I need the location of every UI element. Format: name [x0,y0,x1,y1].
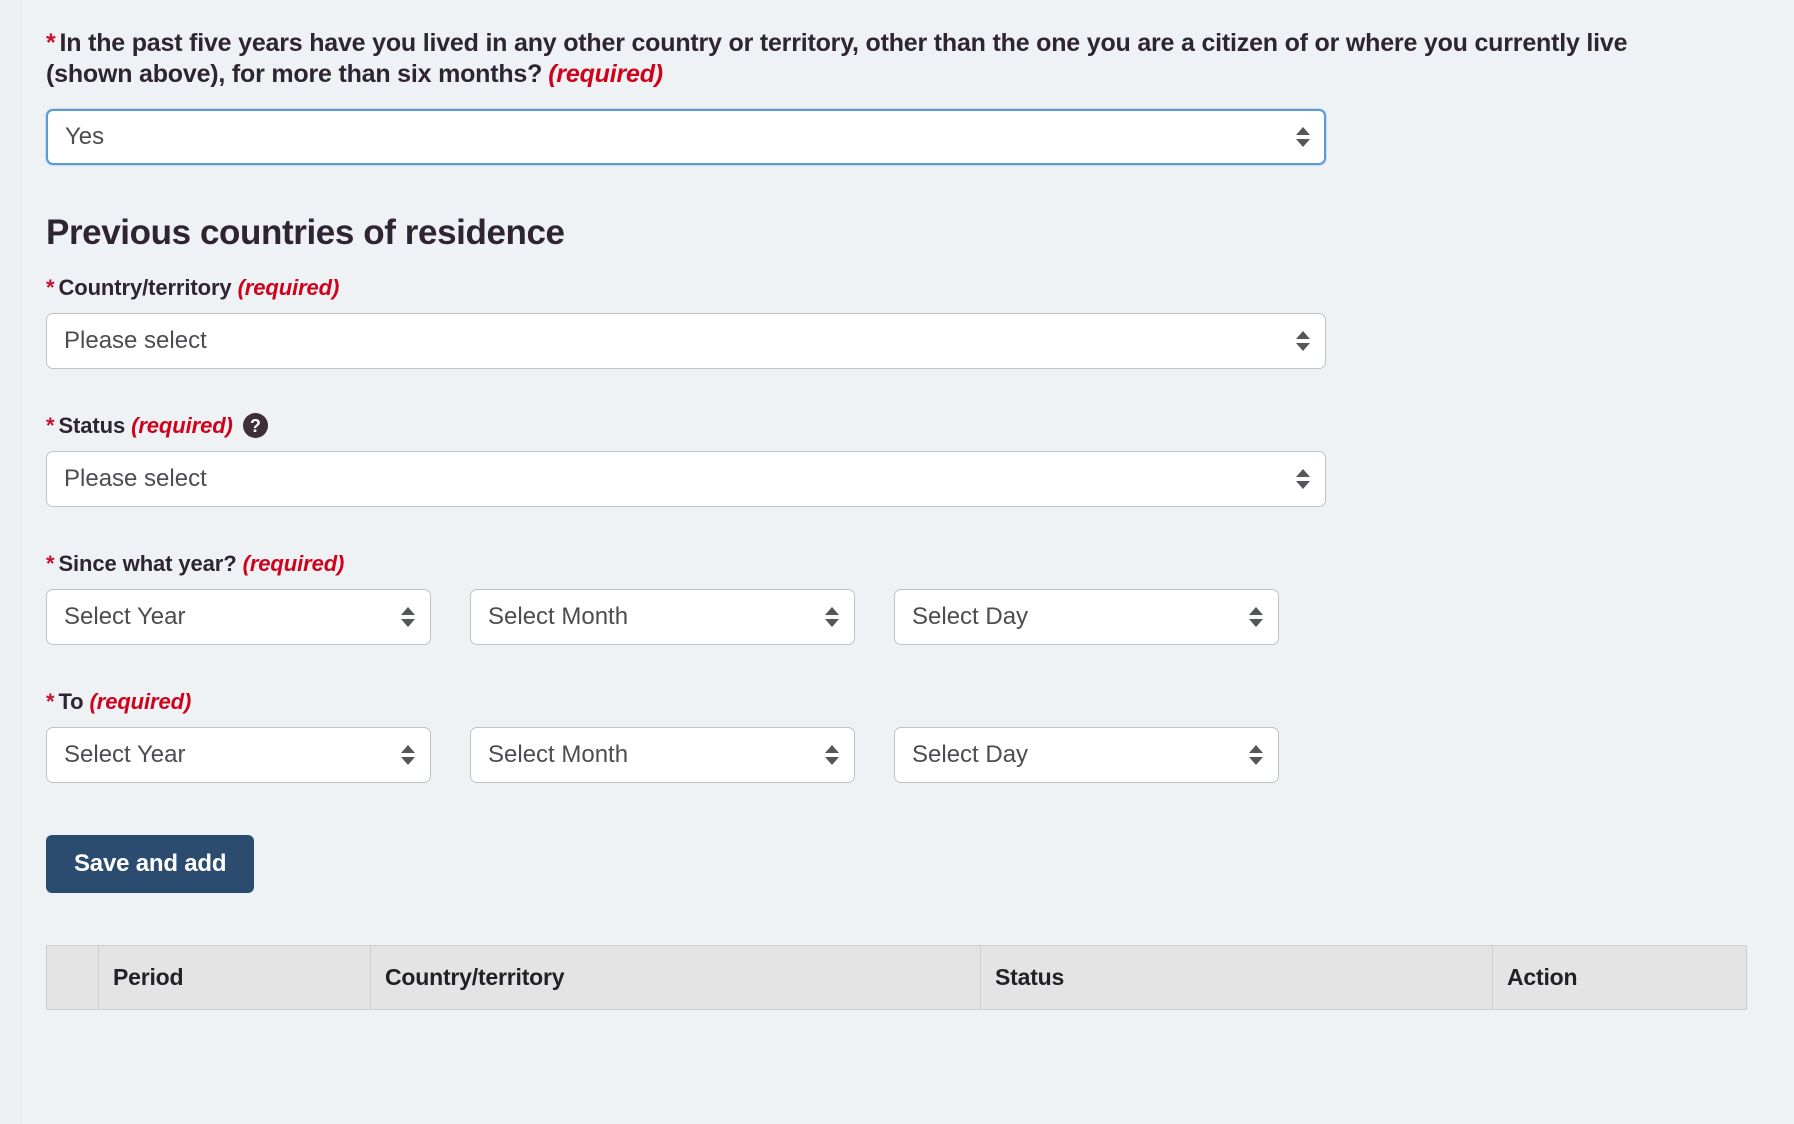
table-header-period: Period [99,945,371,1009]
residence-question-text: In the past five years have you lived in… [46,29,1627,88]
to-day-select[interactable]: Select Day [894,727,1279,783]
to-month-wrapper[interactable]: Select Month [470,727,855,783]
table-header-row: Period Country/territory Status Action [47,945,1747,1009]
save-and-add-button[interactable]: Save and add [46,835,254,893]
table-header-country: Country/territory [371,945,981,1009]
required-star: * [46,551,54,577]
status-select-wrapper[interactable]: Please select [46,451,1326,507]
required-tag: (required) [238,275,340,301]
since-year-wrapper[interactable]: Select Year [46,589,431,645]
status-select[interactable]: Please select [46,451,1326,507]
country-field-block: *Country/territory (required) Please sele… [46,275,1746,369]
residence-question-select[interactable]: Yes [46,109,1326,165]
required-tag: (required) [243,551,345,577]
status-field-label: *Status(required)? [46,413,1746,439]
residence-question-label: *In the past five years have you lived i… [46,28,1706,91]
required-tag: (required) [90,689,192,715]
since-date-row: Select Year Select Month Select Day [46,589,1746,645]
page-left-gutter [0,0,22,1124]
status-field-block: *Status(required)? Please select [46,413,1746,507]
form-content: *In the past five years have you lived i… [46,0,1746,1010]
to-year-select[interactable]: Select Year [46,727,431,783]
previous-residences-table: Period Country/territory Status Action [46,945,1747,1010]
since-year-select[interactable]: Select Year [46,589,431,645]
to-date-label: *To (required) [46,689,1746,715]
country-label-text: Country/territory [58,275,231,301]
to-date-row: Select Year Select Month Select Day [46,727,1746,783]
form-page: *In the past five years have you lived i… [0,0,1794,1124]
to-day-wrapper[interactable]: Select Day [894,727,1279,783]
since-label-text: Since what year? [58,551,236,577]
table-header: Period Country/territory Status Action [47,945,1747,1009]
residence-question-select-wrapper[interactable]: Yes [46,109,1326,165]
question-mark-circle-icon[interactable]: ? [243,413,268,438]
required-star: * [46,275,54,301]
required-star: * [46,689,54,715]
country-select[interactable]: Please select [46,313,1326,369]
since-day-wrapper[interactable]: Select Day [894,589,1279,645]
table-header-action: Action [1493,945,1747,1009]
country-select-wrapper[interactable]: Please select [46,313,1326,369]
required-star: * [46,413,54,439]
table-header-blank [47,945,99,1009]
since-month-select[interactable]: Select Month [470,589,855,645]
since-date-block: *Since what year? (required) Select Year … [46,551,1746,645]
to-label-text: To [58,689,83,715]
to-year-wrapper[interactable]: Select Year [46,727,431,783]
table-header-status: Status [981,945,1493,1009]
required-star: * [46,29,56,57]
required-tag: (required) [131,413,233,439]
since-month-wrapper[interactable]: Select Month [470,589,855,645]
since-date-label: *Since what year? (required) [46,551,1746,577]
to-month-select[interactable]: Select Month [470,727,855,783]
required-tag: (required) [548,60,663,88]
country-field-label: *Country/territory (required) [46,275,1746,301]
since-day-select[interactable]: Select Day [894,589,1279,645]
status-label-text: Status [58,413,125,439]
section-title: Previous countries of residence [46,213,1746,253]
to-date-block: *To (required) Select Year Select Month [46,689,1746,783]
